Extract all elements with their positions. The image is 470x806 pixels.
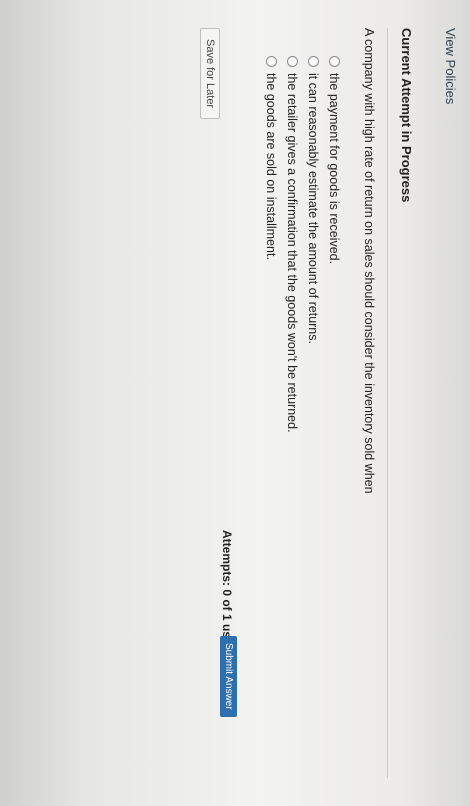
page-background: View Policies Current Attempt in Progres… (0, 0, 470, 806)
option-2[interactable]: it can reasonably estimate the amount of… (303, 56, 324, 433)
radio-button[interactable] (266, 56, 277, 67)
option-label: the goods are sold on installment. (264, 73, 279, 260)
save-for-later-button[interactable]: Save for Later (200, 28, 220, 120)
radio-button[interactable] (329, 56, 340, 67)
option-3[interactable]: the retailer gives a confirmation that t… (282, 56, 303, 433)
quiz-panel: View Policies Current Attempt in Progres… (0, 0, 470, 806)
submit-answer-button[interactable]: Submit Answer (220, 636, 237, 717)
answer-options: the payment for goods is received. it ca… (261, 56, 345, 433)
view-policies-link[interactable]: View Policies (443, 28, 458, 104)
option-label: the retailer gives a confirmation that t… (285, 73, 300, 433)
question-text: A company with high rate of return on sa… (362, 28, 376, 494)
option-label: the payment for goods is received. (327, 73, 342, 265)
radio-button[interactable] (287, 56, 298, 67)
option-label: it can reasonably estimate the amount of… (306, 73, 321, 344)
option-4[interactable]: the goods are sold on installment. (261, 56, 282, 433)
option-1[interactable]: the payment for goods is received. (324, 56, 345, 433)
attempt-heading: Current Attempt in Progress (399, 28, 414, 203)
attempts-counter: Attempts: 0 of 1 used (220, 530, 234, 653)
radio-button[interactable] (308, 56, 319, 67)
divider (387, 28, 388, 778)
